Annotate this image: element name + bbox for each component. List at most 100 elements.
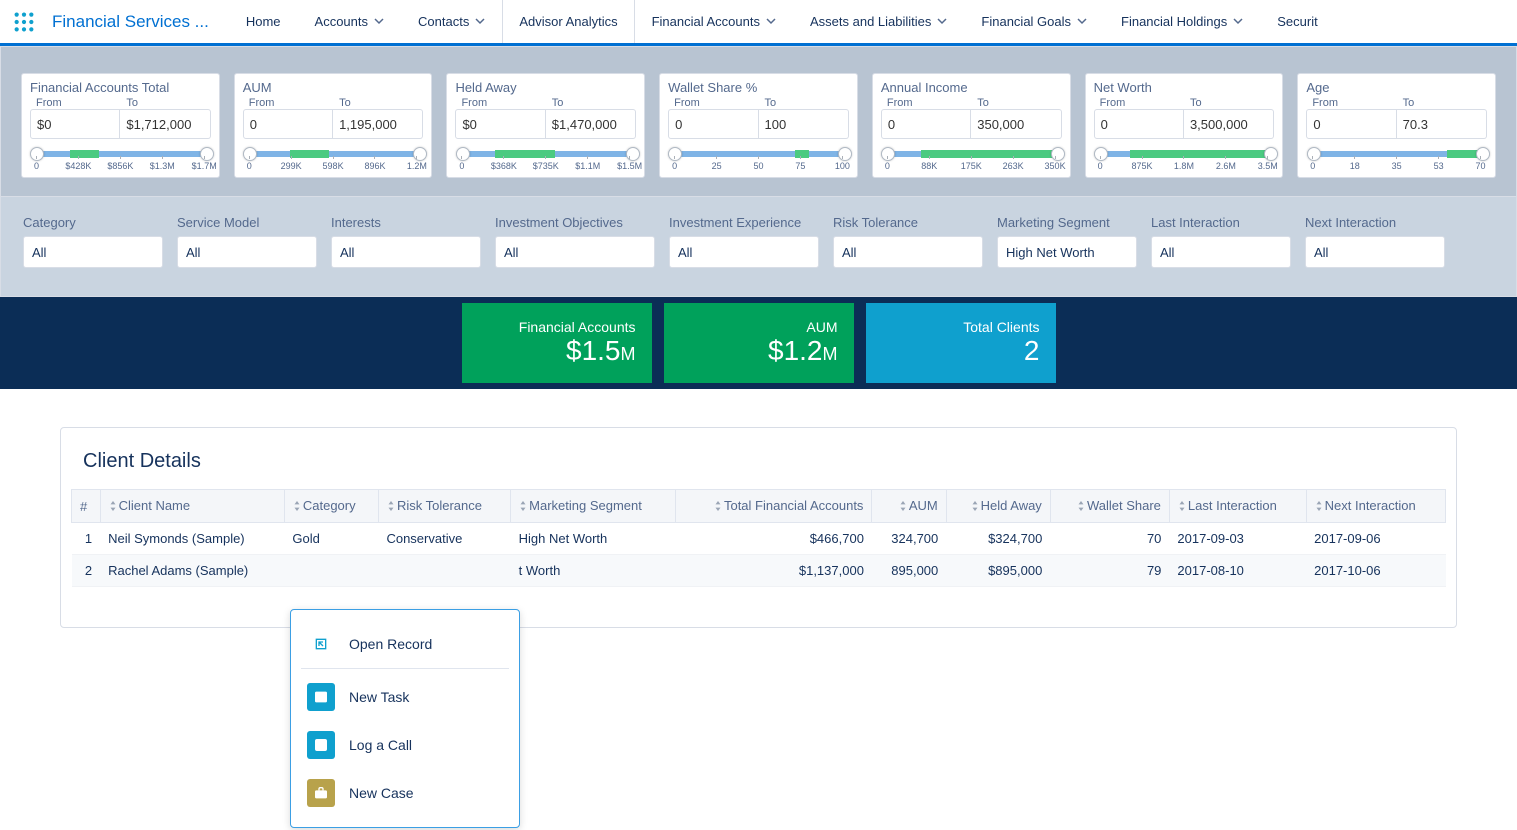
- col-header[interactable]: #: [72, 490, 101, 523]
- nav-tab-securit[interactable]: Securit: [1260, 0, 1334, 43]
- summary-card-financial-accounts[interactable]: Financial Accounts $1.5M: [462, 303, 652, 383]
- sort-icon[interactable]: [1178, 499, 1186, 514]
- filter-select[interactable]: All: [1151, 236, 1291, 268]
- range-to-input[interactable]: 3,500,000: [1184, 109, 1274, 139]
- table-cell: $895,000: [946, 555, 1050, 587]
- filter-select[interactable]: All: [833, 236, 983, 268]
- sort-icon[interactable]: [109, 499, 117, 514]
- filter-service-model: Service Model All: [177, 215, 317, 268]
- table-cell: 2017-08-10: [1169, 555, 1306, 587]
- summary-value: $1.5M: [566, 335, 636, 367]
- range-to-label: To: [120, 97, 210, 109]
- filter-select[interactable]: All: [495, 236, 655, 268]
- range-to-input[interactable]: 100: [759, 109, 849, 139]
- range-slider[interactable]: 018355370: [1306, 145, 1487, 173]
- table-cell: [284, 555, 378, 587]
- sort-icon[interactable]: [519, 499, 527, 514]
- app-launcher-icon[interactable]: [0, 11, 48, 33]
- range-slider[interactable]: 0299K598K896K1.2M: [243, 145, 424, 173]
- ctx-new-task[interactable]: New Task: [291, 673, 519, 721]
- col-header[interactable]: Marketing Segment: [511, 490, 676, 523]
- range-to-input[interactable]: 70.3: [1397, 109, 1487, 139]
- filter-select[interactable]: All: [331, 236, 481, 268]
- nav-tab-financial-goals[interactable]: Financial Goals: [964, 0, 1104, 43]
- nav-tab-label: Accounts: [315, 14, 368, 29]
- range-from-input[interactable]: 0: [668, 109, 758, 139]
- filter-select[interactable]: All: [177, 236, 317, 268]
- range-slider[interactable]: 088K175K263K350K: [881, 145, 1062, 173]
- sort-icon[interactable]: [1315, 499, 1323, 514]
- range-from-label: From: [455, 97, 545, 109]
- sort-icon[interactable]: [971, 499, 979, 514]
- filter-select[interactable]: High Net Worth: [997, 236, 1137, 268]
- nav-tab-assets-and-liabilities[interactable]: Assets and Liabilities: [793, 0, 964, 43]
- filter-category: Category All: [23, 215, 163, 268]
- table-cell: t Worth: [511, 555, 676, 587]
- ctx-new-case[interactable]: New Case: [291, 769, 519, 817]
- ctx-open-record[interactable]: Open Record: [301, 620, 509, 669]
- nav-tab-financial-holdings[interactable]: Financial Holdings: [1104, 0, 1260, 43]
- nav-tab-accounts[interactable]: Accounts: [298, 0, 401, 43]
- col-header[interactable]: Total Financial Accounts: [676, 490, 872, 523]
- summary-card-aum[interactable]: AUM $1.2M: [664, 303, 854, 383]
- ctx-log-a-call[interactable]: Log a Call: [291, 721, 519, 769]
- col-header[interactable]: Client Name: [100, 490, 284, 523]
- nav-tab-label: Financial Accounts: [652, 14, 760, 29]
- range-title: Annual Income: [881, 80, 1062, 95]
- sort-icon[interactable]: [387, 499, 395, 514]
- sort-icon[interactable]: [714, 499, 722, 514]
- nav-tab-financial-accounts[interactable]: Financial Accounts: [635, 0, 793, 43]
- filter-risk-tolerance: Risk Tolerance All: [833, 215, 983, 268]
- range-from-input[interactable]: $0: [30, 109, 120, 139]
- col-header[interactable]: Wallet Share: [1050, 490, 1169, 523]
- range-to-input[interactable]: 1,195,000: [333, 109, 423, 139]
- table-cell: 2017-09-06: [1306, 523, 1445, 555]
- range-from-input[interactable]: 0: [1306, 109, 1396, 139]
- table-row[interactable]: 1Neil Symonds (Sample)GoldConservativeHi…: [72, 523, 1446, 555]
- nav-tab-label: Home: [246, 14, 281, 29]
- nav-tab-advisor-analytics[interactable]: Advisor Analytics: [502, 0, 634, 43]
- range-title: Held Away: [455, 80, 636, 95]
- range-filter-held-away: Held Away From$0 To$1,470,000 0$368K$735…: [446, 73, 645, 178]
- col-header[interactable]: Risk Tolerance: [378, 490, 510, 523]
- sort-icon[interactable]: [293, 499, 301, 514]
- filter-label: Risk Tolerance: [833, 215, 983, 230]
- filter-label: Last Interaction: [1151, 215, 1291, 230]
- summary-label: Financial Accounts: [519, 319, 636, 335]
- table-cell: Neil Symonds (Sample): [100, 523, 284, 555]
- range-from-input[interactable]: $0: [455, 109, 545, 139]
- range-to-input[interactable]: $1,712,000: [120, 109, 210, 139]
- range-to-input[interactable]: $1,470,000: [546, 109, 636, 139]
- col-header[interactable]: Last Interaction: [1169, 490, 1306, 523]
- nav-tab-home[interactable]: Home: [229, 0, 298, 43]
- range-from-input[interactable]: 0: [243, 109, 333, 139]
- app-title[interactable]: Financial Services ...: [48, 12, 229, 32]
- nav-tab-label: Financial Holdings: [1121, 14, 1227, 29]
- filter-select[interactable]: All: [23, 236, 163, 268]
- range-to-label: To: [546, 97, 636, 109]
- chevron-down-icon: [1077, 14, 1087, 29]
- range-slider[interactable]: 0$428K$856K$1.3M$1.7M: [30, 145, 211, 173]
- col-header[interactable]: AUM: [872, 490, 946, 523]
- client-details-card: Client Details #Client NameCategoryRisk …: [60, 427, 1457, 628]
- range-to-input[interactable]: 350,000: [971, 109, 1061, 139]
- col-header[interactable]: Held Away: [946, 490, 1050, 523]
- sort-icon[interactable]: [1077, 499, 1085, 514]
- range-slider[interactable]: 0875K1.8M2.6M3.5M: [1094, 145, 1275, 173]
- filter-select[interactable]: All: [1305, 236, 1445, 268]
- range-from-input[interactable]: 0: [1094, 109, 1184, 139]
- col-header[interactable]: Next Interaction: [1306, 490, 1445, 523]
- sort-icon[interactable]: [899, 499, 907, 514]
- range-slider[interactable]: 0$368K$735K$1.1M$1.5M: [455, 145, 636, 173]
- range-slider[interactable]: 0255075100: [668, 145, 849, 173]
- filter-select[interactable]: All: [669, 236, 819, 268]
- ctx-label: Log a Call: [349, 737, 412, 753]
- nav-tab-contacts[interactable]: Contacts: [401, 0, 502, 43]
- range-from-input[interactable]: 0: [881, 109, 971, 139]
- table-row[interactable]: 2Rachel Adams (Sample)t Worth$1,137,0008…: [72, 555, 1446, 587]
- table-cell: $1,137,000: [676, 555, 872, 587]
- col-header[interactable]: Category: [284, 490, 378, 523]
- range-to-label: To: [759, 97, 849, 109]
- summary-card-total-clients[interactable]: Total Clients 2: [866, 303, 1056, 383]
- range-title: Financial Accounts Total: [30, 80, 211, 95]
